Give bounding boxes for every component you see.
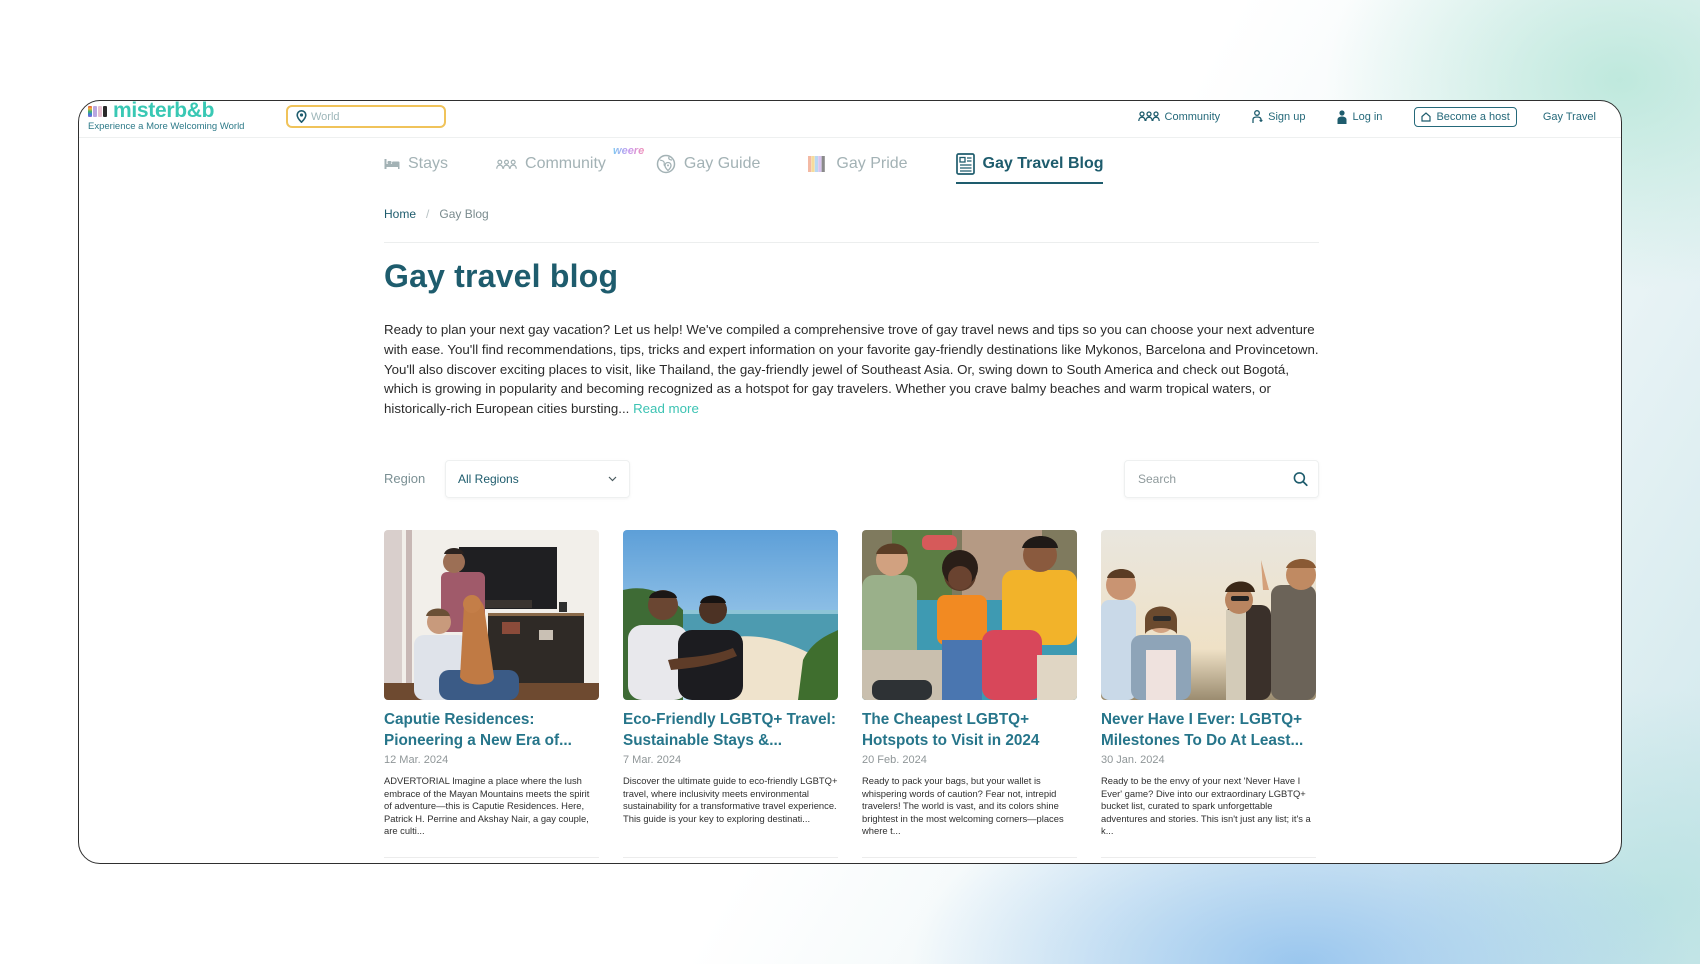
post-title[interactable]: Eco-Friendly LGBTQ+ Travel: Sustainable … [623,710,838,751]
region-selected-value: All Regions [458,472,519,486]
weere-badge: weere [613,145,645,157]
breadcrumb-home[interactable]: Home [384,207,416,221]
card-divider [1101,857,1316,858]
read-more-link[interactable]: Read more [633,401,699,416]
post-title[interactable]: Caputie Residences: Pioneering a New Era… [384,710,599,751]
community-icon [1137,111,1160,122]
filter-bar: Region All Regions [384,460,1319,498]
breadcrumb: Home / Gay Blog [384,207,489,221]
sign-up-link[interactable]: Sign up [1252,109,1306,124]
post-image-friends-backpacks[interactable] [862,530,1077,700]
site-header: misterb&b Experience a More Welcoming Wo… [79,101,1621,138]
content-divider [384,242,1319,243]
tab-community-label: Community [525,155,606,172]
post-excerpt: ADVERTORIAL Imagine a place where the lu… [384,775,590,837]
card-divider [862,857,1077,858]
post-excerpt: Discover the ultimate guide to eco-frien… [623,775,838,824]
tab-stays-label: Stays [408,155,449,172]
location-input[interactable] [311,110,431,123]
header-community-label: Community [1164,110,1221,123]
intro-paragraph: Ready to plan your next gay vacation? Le… [384,320,1319,419]
log-in-label: Log in [1352,110,1383,123]
post-title[interactable]: The Cheapest LGBTQ+ Hotspots to Visit in… [862,710,1077,751]
header-links: Community Sign up Log in Become a host G… [1137,105,1621,128]
post-excerpt: Ready to pack your bags, but your wallet… [862,775,1064,837]
page-title: Gay travel blog [384,258,619,294]
tab-gay-travel-blog[interactable]: Gay Travel Blog [955,147,1104,184]
home-icon [1421,111,1432,122]
add-user-icon [1252,109,1263,123]
user-icon [1337,109,1347,124]
tab-gay-guide[interactable]: Gay Guide [656,147,760,181]
breadcrumb-current: Gay Blog [439,207,489,221]
pride-flag-icon [808,156,826,172]
sign-up-label: Sign up [1268,110,1306,123]
location-search[interactable] [286,105,446,128]
post-date: 30 Jan. 2024 [1101,754,1165,766]
card-divider [384,857,599,858]
breadcrumb-separator: / [426,207,430,221]
post-excerpt: Ready to be the envy of your next 'Never… [1101,775,1311,837]
log-in-link[interactable]: Log in [1337,109,1383,124]
post-image-beach[interactable] [623,530,838,700]
post-title[interactable]: Never Have I Ever: LGBTQ+ Milestones To … [1101,710,1316,751]
become-host-label: Become a host [1436,110,1510,123]
post-date: 12 Mar. 2024 [384,754,449,766]
post-date: 7 Mar. 2024 [623,754,682,766]
tab-gay-pride[interactable]: Gay Pride [808,147,908,181]
region-label: Region [384,471,426,486]
blog-card[interactable]: The Cheapest LGBTQ+ Hotspots to Visit in… [862,530,1077,860]
brand-tagline: Experience a More Welcoming World [88,121,245,132]
blog-card[interactable]: Eco-Friendly LGBTQ+ Travel: Sustainable … [623,530,838,860]
blog-card[interactable]: Caputie Residences: Pioneering a New Era… [384,530,599,860]
post-image-living-room[interactable] [384,530,599,700]
main-nav: Stays Community weere Gay Guide Gay Prid… [384,145,1151,184]
map-pin-icon [296,110,307,123]
bed-icon [384,159,400,169]
tab-gay-travel-blog-label: Gay Travel Blog [982,155,1104,172]
become-host-button[interactable]: Become a host [1414,106,1517,127]
intro-text: Ready to plan your next gay vacation? Le… [384,322,1319,417]
newspaper-icon [955,153,975,175]
blog-post-grid: Caputie Residences: Pioneering a New Era… [384,530,1319,860]
post-image-friends-sunset[interactable] [1101,530,1316,700]
card-divider [623,857,838,858]
post-date: 20 Feb. 2024 [862,754,927,766]
community-icon [496,159,517,169]
tab-community[interactable]: Community weere [496,145,644,181]
tab-stays[interactable]: Stays [384,147,448,181]
browser-window: misterb&b Experience a More Welcoming Wo… [78,100,1622,864]
brand-name: misterb&b [113,100,215,122]
chevron-down-icon [608,476,617,482]
brand-logo[interactable]: misterb&b Experience a More Welcoming Wo… [88,101,244,132]
tab-gay-guide-label: Gay Guide [683,155,761,172]
blog-card[interactable]: Never Have I Ever: LGBTQ+ Milestones To … [1101,530,1316,860]
header-community-link[interactable]: Community [1137,110,1221,123]
globe-pin-icon [656,154,676,174]
tab-gay-pride-label: Gay Pride [836,155,908,172]
gay-travel-link[interactable]: Gay Travel [1543,111,1596,123]
search-icon[interactable] [1293,471,1308,487]
search-input[interactable] [1138,472,1293,486]
rainbow-stripes-icon [88,106,107,117]
blog-search[interactable] [1124,460,1319,498]
region-dropdown[interactable]: All Regions [445,460,630,498]
